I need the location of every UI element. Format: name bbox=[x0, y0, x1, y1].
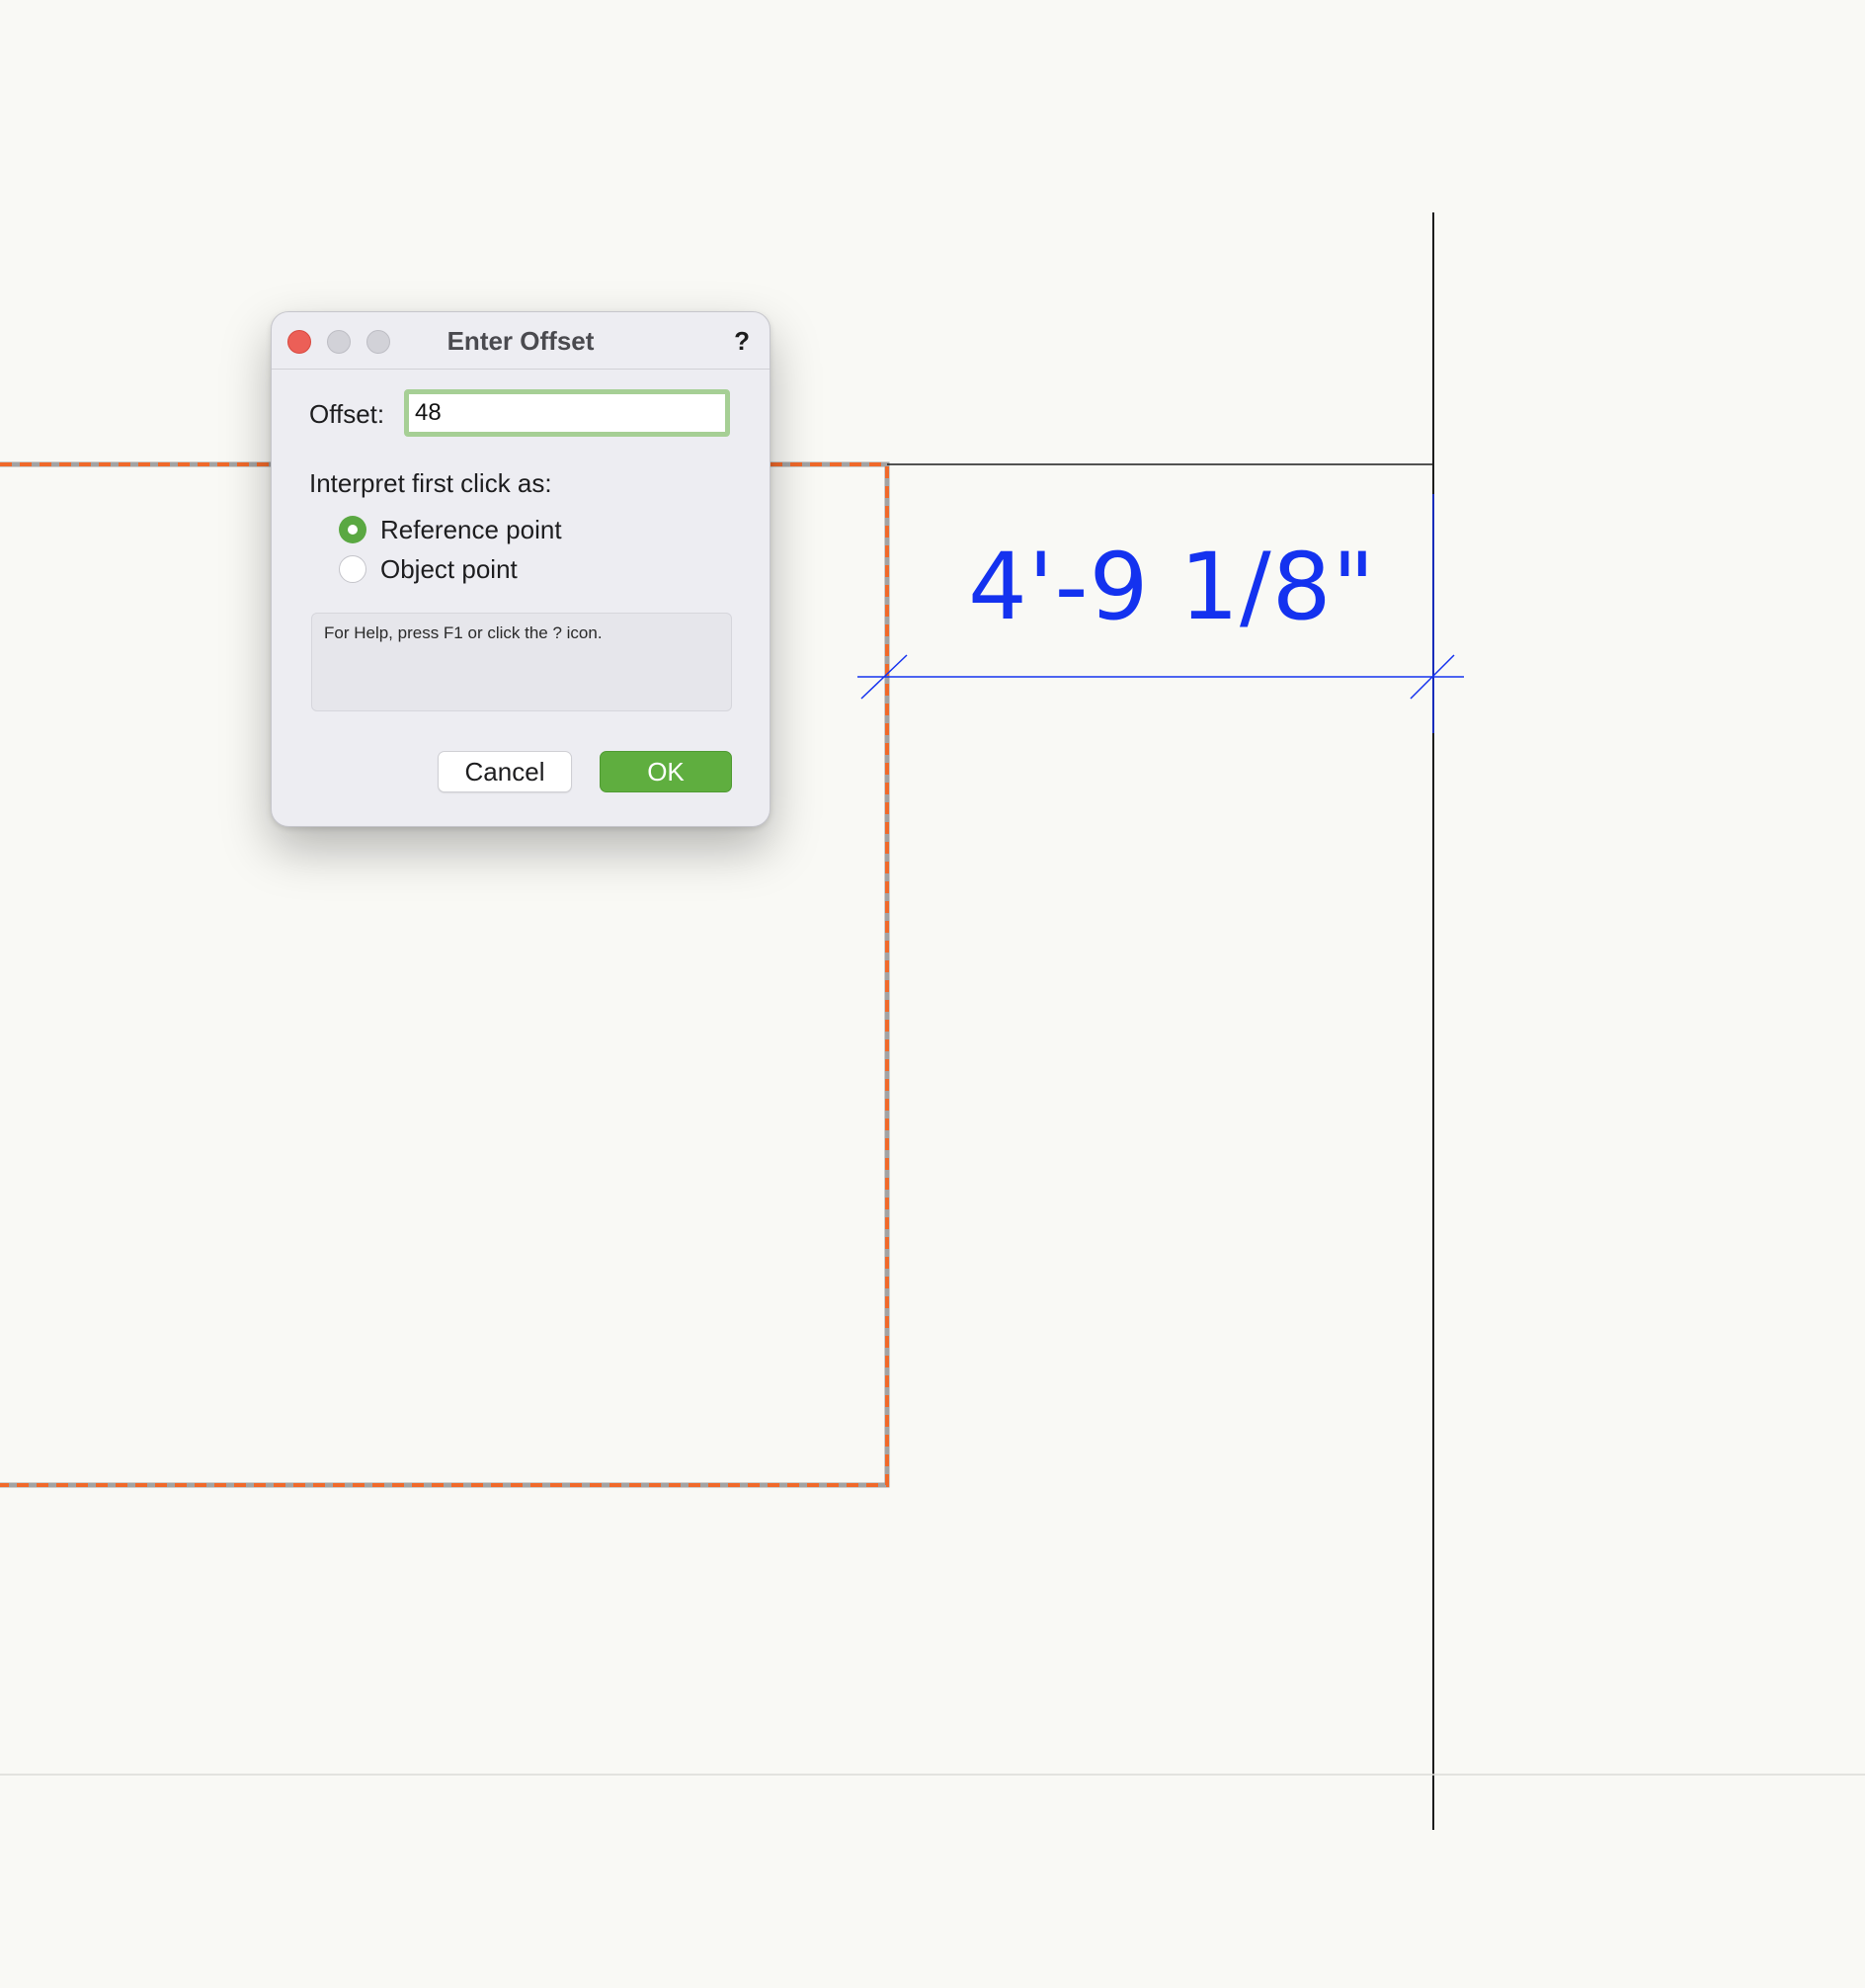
dialog-title: Enter Offset bbox=[446, 326, 595, 356]
drawing-canvas[interactable] bbox=[0, 0, 1865, 1988]
object-point-option[interactable]: Object point bbox=[339, 553, 518, 585]
offset-label: Offset: bbox=[309, 399, 385, 429]
object-point-label: Object point bbox=[380, 553, 518, 584]
object-point-radio[interactable] bbox=[339, 555, 366, 583]
help-icon[interactable]: ? bbox=[734, 326, 750, 357]
reference-point-label: Reference point bbox=[380, 514, 562, 544]
ok-button[interactable]: OK bbox=[600, 751, 732, 792]
help-text-box: For Help, press F1 or click the ? icon. bbox=[311, 613, 732, 711]
offset-input[interactable] bbox=[404, 389, 730, 437]
cancel-button[interactable]: Cancel bbox=[438, 751, 572, 792]
enter-offset-dialog: Enter Offset ? Offset: Interpret first c… bbox=[271, 311, 770, 827]
reference-point-radio[interactable] bbox=[339, 516, 366, 543]
reference-point-option[interactable]: Reference point bbox=[339, 514, 562, 545]
interpret-first-click-label: Interpret first click as: bbox=[309, 468, 552, 498]
dimension-label[interactable]: 4'-9 1/8" bbox=[968, 534, 1375, 641]
dialog-titlebar[interactable]: Enter Offset ? bbox=[272, 312, 770, 370]
